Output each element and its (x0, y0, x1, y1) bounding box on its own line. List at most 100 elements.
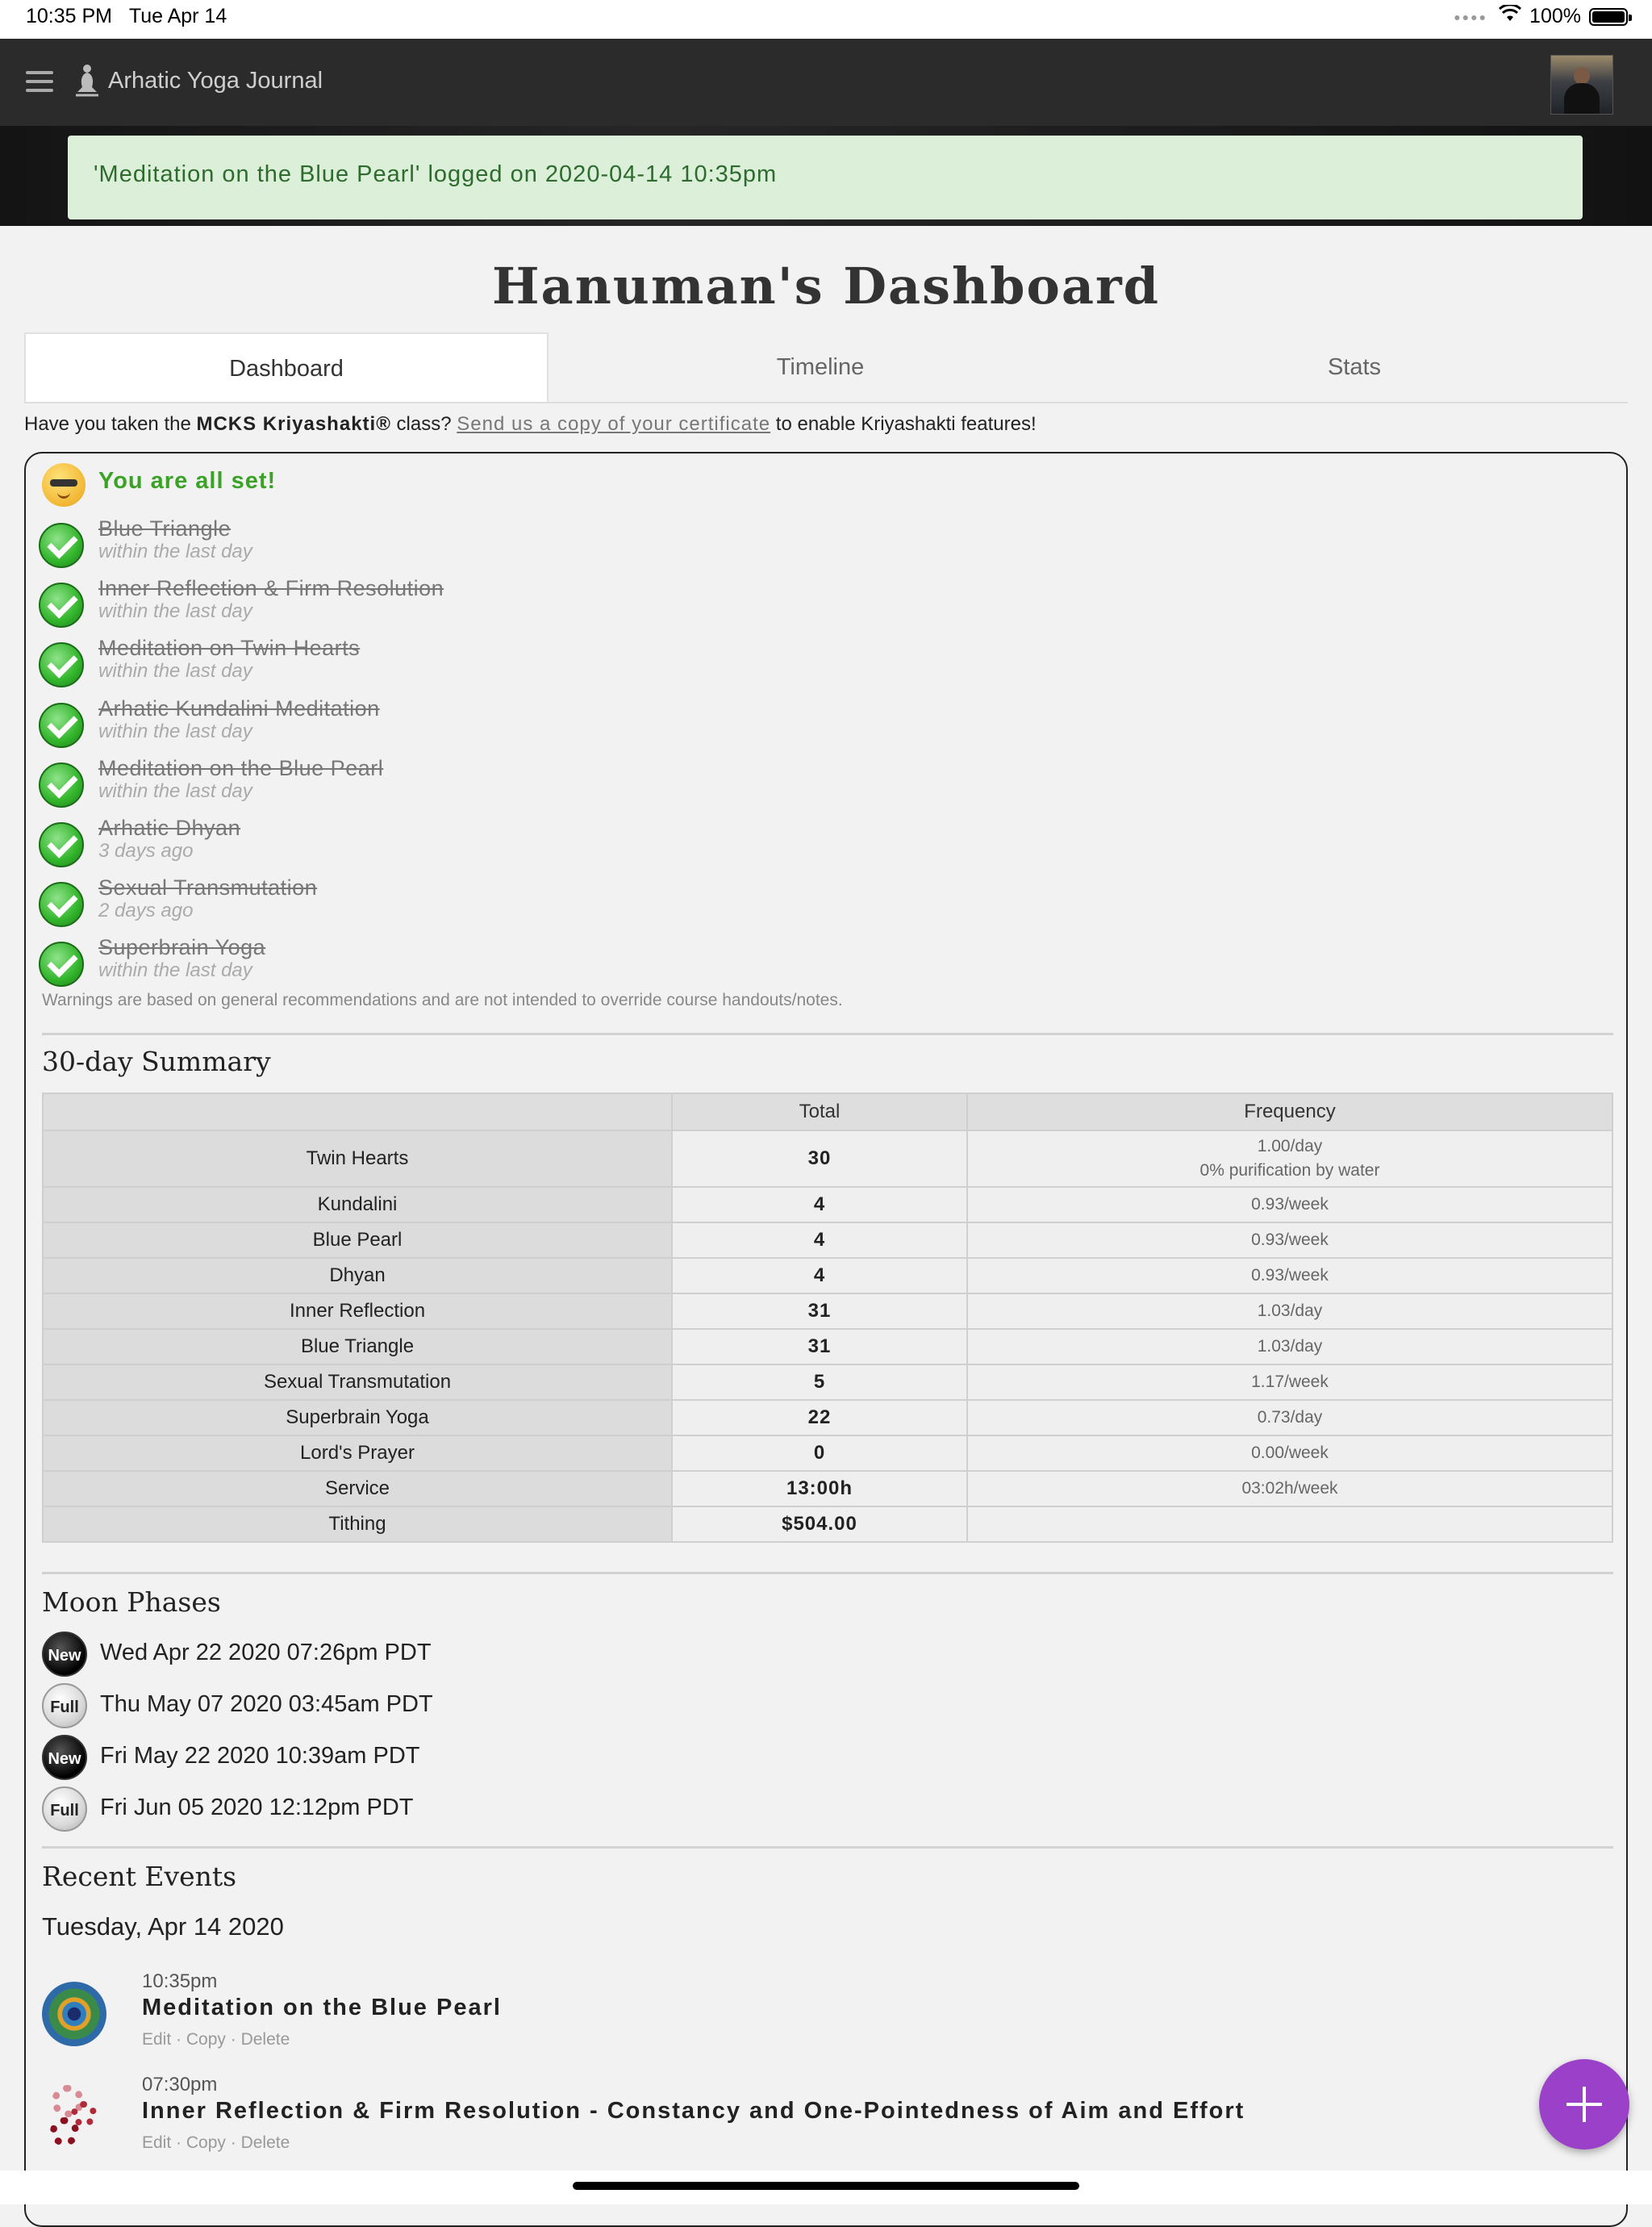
user-avatar[interactable] (1550, 55, 1613, 115)
table-row: Blue Triangle 31 1.03/day (42, 1328, 1613, 1365)
row-frequency: 0.93/week (966, 1257, 1613, 1294)
delete-link[interactable]: Delete (241, 2030, 290, 2049)
summary-table: Total Frequency Twin Hearts 30 1.00/day 0% … (42, 1093, 1613, 1543)
status-time: 10:35 PM Tue Apr 14 (26, 5, 227, 27)
row-name: Twin Hearts (42, 1130, 673, 1188)
summary-title: 30-day Summary (42, 1046, 271, 1077)
row-total: 13:00h (671, 1470, 968, 1507)
table-row: Dhyan 4 0.93/week (42, 1257, 1613, 1294)
divider (42, 1572, 1613, 1574)
practice-name[interactable]: Inner Reflection & Firm Resolution (98, 576, 444, 601)
row-frequency: 03:02h/week (966, 1470, 1613, 1507)
tab-stats[interactable]: Stats (1092, 332, 1617, 402)
row-total: 5 (671, 1364, 968, 1401)
table-row: Kundalini 4 0.93/week (42, 1186, 1613, 1223)
row-frequency: 1.03/day (966, 1293, 1613, 1330)
row-frequency: 0.93/week (966, 1222, 1613, 1259)
app-brand[interactable]: Arhatic Yoga Journal (74, 63, 323, 98)
practice-last-done: within the last day (98, 541, 252, 562)
event-item: 07:30pm Inner Reflection & Firm Resoluti… (42, 2074, 1333, 2162)
edit-link[interactable]: Edit (142, 2133, 171, 2152)
status-right: ●●●● 100% (1454, 3, 1632, 28)
success-alert: 'Meditation on the Blue Pearl' logged on… (68, 136, 1583, 219)
menu-icon[interactable] (26, 71, 53, 94)
row-total: 31 (671, 1328, 968, 1365)
home-indicator[interactable] (573, 2182, 1079, 2190)
edit-link[interactable]: Edit (142, 2030, 171, 2049)
check-icon (39, 942, 84, 988)
practice-last-done: within the last day (98, 660, 252, 683)
full-moon-icon: Full (42, 1683, 87, 1728)
practice-name[interactable]: Arhatic Dhyan (98, 816, 240, 841)
table-header-row: Total Frequency (42, 1093, 1613, 1131)
meditating-figure-icon (76, 65, 98, 97)
row-total: $504.00 (671, 1506, 968, 1543)
wifi-icon (1499, 3, 1522, 28)
kriyashakti-notice: Have you taken the MCKS Kriyashakti® cla… (24, 413, 1037, 435)
events-day-heading: Tuesday, Apr 14 2020 (42, 1912, 284, 1941)
copy-link[interactable]: Copy (186, 2030, 226, 2049)
row-name: Sexual Transmutation (42, 1364, 673, 1401)
row-frequency: 1.03/day (966, 1328, 1613, 1365)
moon-phase-date: Thu May 07 2020 03:45am PDT (100, 1691, 433, 1717)
table-row: Inner Reflection 31 1.03/day (42, 1293, 1613, 1330)
table-row: Sexual Transmutation 5 1.17/week (42, 1364, 1613, 1401)
moon-phase-date: Fri May 22 2020 10:39am PDT (100, 1743, 420, 1769)
practice-last-done: within the last day (98, 600, 252, 623)
row-total: 4 (671, 1257, 968, 1294)
row-total: 0 (671, 1435, 968, 1472)
table-row: Twin Hearts 30 1.00/day 0% purification by … (42, 1130, 1613, 1188)
new-moon-icon: New (42, 1735, 87, 1780)
practice-last-done: within the last day (98, 720, 252, 742)
row-total: 4 (671, 1186, 968, 1223)
table-row: Tithing $504.00 (42, 1506, 1613, 1543)
add-entry-button[interactable] (1539, 2059, 1629, 2150)
tab-bar: Dashboard Timeline Stats (24, 332, 1628, 403)
gears-icon (42, 2082, 106, 2154)
event-time: 10:35pm (142, 1970, 218, 1992)
moon-phase-date: Wed Apr 22 2020 07:26pm PDT (100, 1640, 432, 1665)
practice-name[interactable]: Meditation on Twin Hearts (98, 636, 360, 661)
table-row: Blue Pearl 4 0.93/week (42, 1222, 1613, 1259)
tab-dashboard[interactable]: Dashboard (24, 332, 549, 402)
row-frequency: 1.00/day 0% purification by water (966, 1130, 1613, 1188)
row-name: Inner Reflection (42, 1293, 673, 1330)
practice-name[interactable]: Blue Triangle (98, 516, 231, 541)
row-name: Blue Pearl (42, 1222, 673, 1259)
row-total: 4 (671, 1222, 968, 1259)
row-total: 22 (671, 1399, 968, 1436)
practice-name[interactable]: Superbrain Yoga (98, 935, 265, 960)
row-frequency: 0.93/week (966, 1186, 1613, 1223)
delete-link[interactable]: Delete (241, 2133, 290, 2152)
certificate-link[interactable]: Send us a copy of your certificate (457, 413, 770, 435)
row-frequency (966, 1506, 1613, 1543)
battery-percent: 100% (1529, 5, 1581, 27)
divider (42, 1033, 1613, 1035)
tab-timeline[interactable]: Timeline (558, 332, 1083, 402)
page-title: Hanuman's Dashboard (491, 257, 1161, 315)
top-navbar: Arhatic Yoga Journal (0, 39, 1652, 126)
row-frequency: 0.00/week (966, 1435, 1613, 1472)
event-title[interactable]: Inner Reflection & Firm Resolution - Con… (142, 2098, 1245, 2125)
practice-last-done: 3 days ago (98, 840, 194, 862)
blue-pearl-icon (42, 1982, 106, 2046)
practice-name[interactable]: Sexual Transmutation (98, 875, 317, 900)
copy-link[interactable]: Copy (186, 2133, 226, 2152)
signal-dots-icon: ●●●● (1454, 10, 1488, 23)
check-icon (39, 822, 84, 867)
recent-events-title: Recent Events (42, 1861, 237, 1892)
sunglasses-sun-icon (42, 463, 86, 507)
table-row: Service 13:00h 03:02h/week (42, 1470, 1613, 1507)
check-icon (39, 702, 84, 748)
course-name: MCKS Kriyashakti® (196, 413, 391, 435)
check-icon (39, 882, 84, 928)
check-icon (39, 762, 84, 808)
battery-icon (1589, 7, 1632, 26)
column-header-total: Total (671, 1093, 968, 1131)
warnings-footnote: Warnings are based on general recommenda… (42, 991, 843, 1009)
practice-name[interactable]: Arhatic Kundalini Meditation (98, 696, 380, 721)
event-title[interactable]: Meditation on the Blue Pearl (142, 1995, 502, 2021)
moon-phases-title: Moon Phases (42, 1586, 221, 1618)
practice-last-done: within the last day (98, 959, 252, 982)
practice-name[interactable]: Meditation on the Blue Pearl (98, 756, 383, 781)
